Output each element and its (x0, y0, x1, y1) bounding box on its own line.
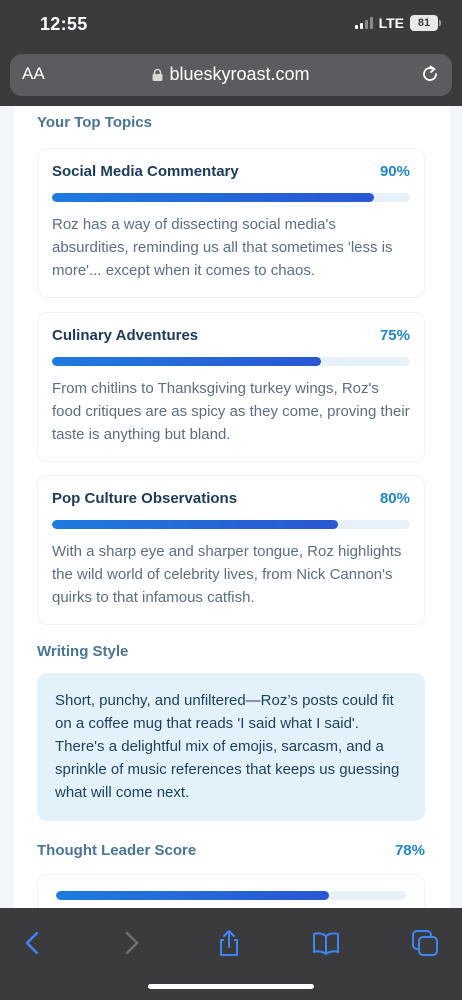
topic-header: Pop Culture Observations 80% (52, 490, 410, 510)
topic-header: Social Media Commentary 90% (52, 163, 410, 183)
network-type: LTE (378, 15, 404, 31)
topic-description: From chitlins to Thanksgiving turkey win… (52, 380, 410, 443)
tabs-icon[interactable] (410, 928, 440, 958)
topic-percent: 75% (379, 327, 410, 344)
topic-name: Pop Culture Observations (52, 490, 238, 507)
forward-icon[interactable] (116, 928, 146, 958)
topic-description: Roz has a way of dissecting social media… (52, 216, 393, 279)
topic-progress-track (52, 193, 410, 202)
bookmarks-icon[interactable] (311, 928, 341, 958)
topic-progress-track (52, 357, 410, 366)
status-indicators: LTE 81 (354, 15, 441, 31)
home-indicator[interactable] (148, 984, 314, 989)
thought-leader-card (37, 874, 425, 908)
url-text: blueskyroast.com (169, 64, 310, 84)
topic-progress-fill (52, 520, 339, 529)
page-content[interactable]: Your Top Topics Social Media Commentary … (0, 106, 462, 908)
topic-percent: 80% (379, 490, 410, 507)
battery-level: 81 (417, 17, 431, 29)
cellular-signal-icon (354, 17, 373, 29)
topic-name: Social Media Commentary (52, 163, 239, 180)
battery-icon: 81 (410, 15, 441, 31)
writing-style-box: Short, punchy, and unfiltered—Roz’s post… (37, 673, 425, 821)
status-bar: 12:55 LTE 81 (0, 0, 462, 46)
topic-percent: 90% (379, 163, 410, 180)
topic-progress-fill (52, 193, 375, 202)
topic-card: Pop Culture Observations 80% With a shar… (37, 475, 425, 625)
topic-name: Culinary Adventures (52, 327, 199, 344)
top-topics-heading: Your Top Topics (37, 114, 152, 131)
topic-card: Social Media Commentary 90% Roz has a wa… (37, 148, 425, 298)
thought-leader-percent: 78% (394, 842, 425, 859)
lock-icon (152, 69, 163, 81)
topic-card: Culinary Adventures 75% From chitlins to… (37, 312, 425, 462)
topic-description: With a sharp eye and sharper tongue, Roz… (52, 543, 402, 606)
thought-leader-heading: Thought Leader Score (37, 842, 197, 859)
writing-style-heading: Writing Style (37, 643, 129, 660)
writing-style-text: Short, punchy, and unfiltered—Roz’s post… (55, 692, 400, 801)
back-icon[interactable] (18, 928, 48, 958)
browser-chrome-top: 12:55 LTE 81 AA blueskyroast.com (0, 0, 462, 106)
topic-progress-fill (52, 357, 321, 366)
thought-leader-progress-fill (56, 891, 329, 900)
topic-header: Culinary Adventures 75% (52, 327, 410, 347)
address-bar[interactable]: AA blueskyroast.com (10, 54, 452, 96)
reload-icon[interactable] (420, 64, 440, 84)
thought-leader-progress-track (56, 891, 406, 900)
url-display[interactable]: blueskyroast.com (10, 64, 452, 85)
share-icon[interactable] (214, 928, 244, 958)
status-time: 12:55 (40, 14, 88, 34)
topic-progress-track (52, 520, 410, 529)
